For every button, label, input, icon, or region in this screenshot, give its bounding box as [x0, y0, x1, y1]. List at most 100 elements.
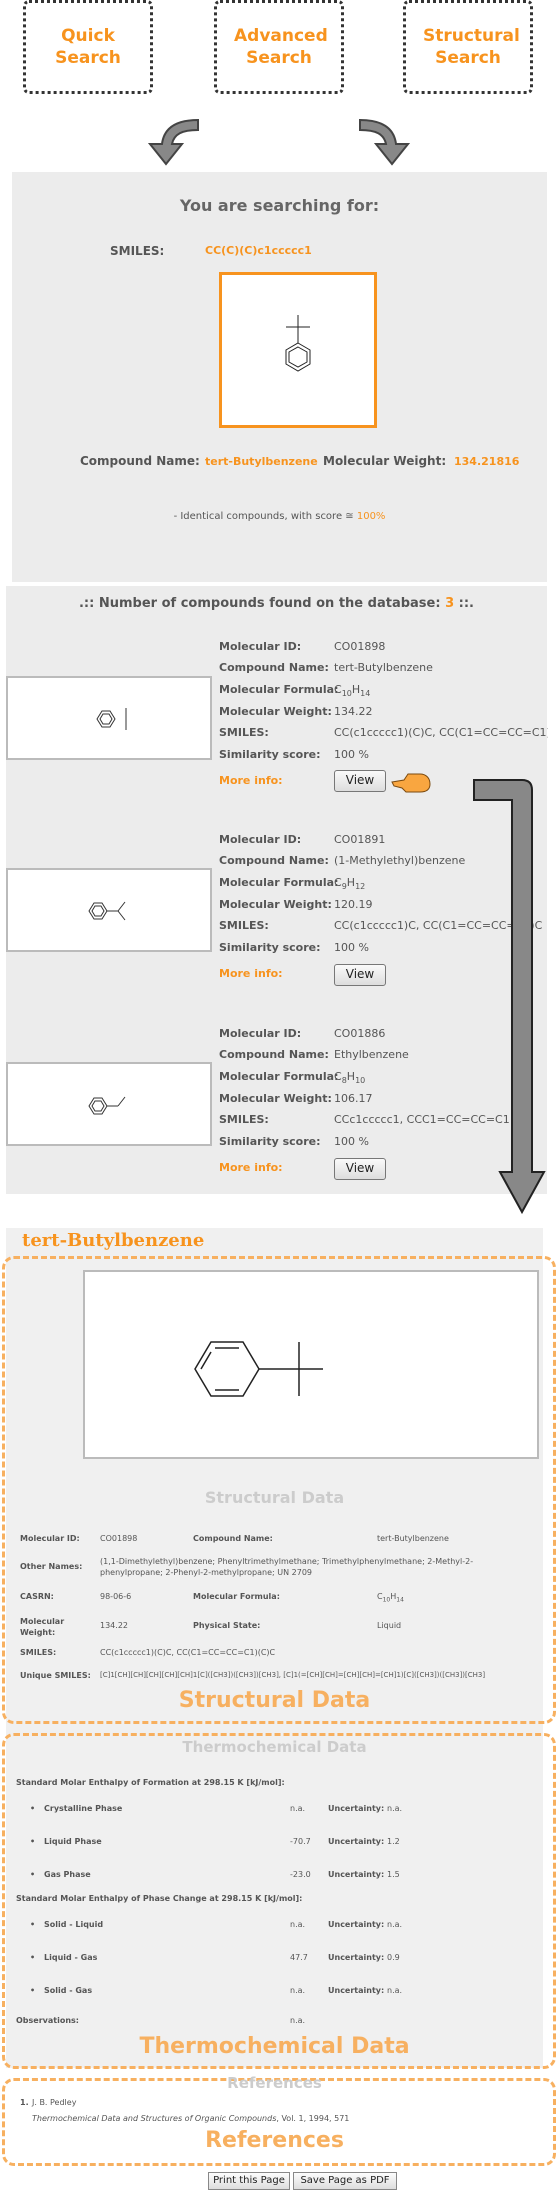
bullet-icon: •	[30, 1986, 36, 1995]
detail-state: Liquid	[377, 1621, 402, 1630]
detail-structure-image	[83, 1270, 539, 1459]
save-pdf-button[interactable]: Save Page as PDF	[293, 2172, 397, 2190]
result-3-structure[interactable]	[6, 1062, 212, 1146]
arrow-down-left-icon	[147, 118, 199, 166]
detail-mw-label: Molecular Weight:	[20, 1617, 65, 1637]
detail-other: (1,1-Dimethylethyl)benzene; Phenyltrimet…	[100, 1557, 474, 1577]
bullet-icon: •	[30, 1837, 36, 1846]
formation-title: Standard Molar Enthalpy of Formation at …	[16, 1778, 285, 1787]
observations-value: n.a.	[290, 2016, 306, 2025]
molecular-weight-value: 134.21816	[454, 455, 520, 468]
result-3-formula-label: Molecular Formula:	[219, 1070, 339, 1083]
benzene-structure-icon	[96, 708, 127, 730]
result-1-view-button[interactable]: View	[334, 770, 386, 792]
result-2-formula: C9H12	[334, 876, 366, 892]
result-1-id-label: Molecular ID:	[219, 640, 302, 653]
arrow-down-elbow-icon	[473, 779, 546, 1215]
result-3-mw-label: Molecular Weight:	[219, 1092, 332, 1105]
detail-state-label: Physical State:	[193, 1621, 261, 1630]
result-1-formula-label: Molecular Formula:	[219, 683, 339, 696]
detail-name-label: Compound Name:	[193, 1534, 273, 1543]
ref-citation: Thermochemical Data and Structures of Or…	[32, 2114, 350, 2123]
smiles-label: SMILES:	[110, 244, 165, 258]
tert-butylbenzene-large-icon	[194, 1341, 323, 1397]
result-1-smiles: CC(c1ccccc1)(C)C, CC(C1=CC=CC=C1)(C)C	[334, 726, 548, 739]
advanced-search-button[interactable]: Advanced Search	[214, 0, 344, 94]
compound-name-value: tert-Butylbenzene	[205, 455, 318, 468]
bullet-icon: •	[30, 1870, 36, 1879]
detail-casrn-label: CASRN:	[20, 1592, 54, 1601]
results-count: .:: Number of compounds found on the dat…	[78, 596, 474, 611]
result-1-mw: 134.22	[334, 705, 373, 718]
references-watermark: References	[205, 2128, 344, 2153]
detail-smiles-label: SMILES:	[20, 1648, 57, 1657]
observations-label: Observations:	[16, 2016, 79, 2025]
ethylbenzene-structure-icon	[88, 1096, 126, 1115]
result-1-mw-label: Molecular Weight:	[219, 705, 332, 718]
result-1-id: CO01898	[334, 640, 386, 653]
result-1-more-label: More info:	[219, 774, 283, 787]
result-1-name-label: Compound Name:	[219, 661, 329, 674]
detail-formula-label: Molecular Formula:	[193, 1592, 280, 1601]
thermo-heading: Thermochemical Data	[182, 1738, 367, 1756]
quick-search-button[interactable]: Quick Search	[23, 0, 153, 94]
structural-search-button[interactable]: Structural Search	[403, 0, 533, 94]
result-3-id-label: Molecular ID:	[219, 1027, 302, 1040]
result-2-structure[interactable]	[6, 868, 212, 952]
molecular-weight-label: Molecular Weight:	[323, 454, 447, 468]
result-1-smiles-label: SMILES:	[219, 726, 269, 739]
result-1-score: 100 %	[334, 748, 369, 761]
result-1-name: tert-Butylbenzene	[334, 661, 433, 674]
result-1-score-label: Similarity score:	[219, 748, 321, 761]
detail-name: tert-Butylbenzene	[377, 1534, 449, 1543]
result-2-score-label: Similarity score:	[219, 941, 321, 954]
result-3-score: 100 %	[334, 1135, 369, 1148]
result-3-more-label: More info:	[219, 1161, 283, 1174]
result-3-mw: 106.17	[334, 1092, 373, 1105]
result-2-mw: 120.19	[334, 898, 373, 911]
detail-formula: C10H14	[377, 1592, 404, 1604]
smiles-value: CC(C)(C)c1ccccc1	[205, 244, 312, 257]
result-2-name-label: Compound Name:	[219, 854, 329, 867]
result-3-formula: C8H10	[334, 1070, 366, 1086]
result-2-more-label: More info:	[219, 967, 283, 980]
result-2-formula-label: Molecular Formula:	[219, 876, 339, 889]
result-3-score-label: Similarity score:	[219, 1135, 321, 1148]
detail-casrn: 98-06-6	[100, 1592, 132, 1601]
result-3-view-button[interactable]: View	[334, 1158, 386, 1180]
result-2-id: CO01891	[334, 833, 386, 846]
query-heading: You are searching for:	[179, 196, 380, 215]
tert-butylbenzene-structure-icon	[285, 315, 311, 372]
result-2-smiles-label: SMILES:	[219, 919, 269, 932]
detail-other-label: Other Names:	[20, 1562, 83, 1571]
result-1-formula: C10H14	[334, 683, 371, 699]
change-title: Standard Molar Enthalpy of Phase Change …	[16, 1894, 303, 1903]
result-3-id: CO01886	[334, 1027, 386, 1040]
result-2-score: 100 %	[334, 941, 369, 954]
bullet-icon: •	[30, 1953, 36, 1962]
result-2-mw-label: Molecular Weight:	[219, 898, 332, 911]
detail-usmiles-label: Unique SMILES:	[20, 1671, 91, 1680]
detail-usmiles: [C]1[CH][CH][CH][CH][CH]1[C]([CH3])([CH3…	[100, 1671, 486, 1679]
result-2-name: (1-Methylethyl)benzene	[334, 854, 466, 867]
detail-id: CO01898	[100, 1534, 138, 1543]
print-page-button[interactable]: Print this Page	[208, 2172, 290, 2190]
result-2-id-label: Molecular ID:	[219, 833, 302, 846]
thermo-watermark: Thermochemical Data	[139, 2034, 410, 2059]
query-structure-image	[219, 272, 377, 428]
result-3-name: Ethylbenzene	[334, 1048, 409, 1061]
pointing-hand-icon	[391, 773, 431, 793]
structural-data-heading: Structural Data	[204, 1488, 345, 1507]
compound-name-label: Compound Name:	[80, 454, 200, 468]
detail-mw: 134.22	[100, 1621, 128, 1630]
identical-note: - Identical compounds, with score ≅ 100%	[173, 511, 386, 522]
result-3-name-label: Compound Name:	[219, 1048, 329, 1061]
ref-number: 1.	[20, 2098, 29, 2107]
arrow-down-right-icon	[359, 118, 411, 166]
bullet-icon: •	[30, 1804, 36, 1813]
ref-author: J. B. Pedley	[32, 2098, 77, 2107]
detail-id-label: Molecular ID:	[20, 1534, 80, 1543]
detail-smiles: CC(c1ccccc1)(C)C, CC(C1=CC=CC=C1)(C)C	[100, 1648, 276, 1657]
result-2-view-button[interactable]: View	[334, 964, 386, 986]
result-1-structure[interactable]	[6, 676, 212, 760]
